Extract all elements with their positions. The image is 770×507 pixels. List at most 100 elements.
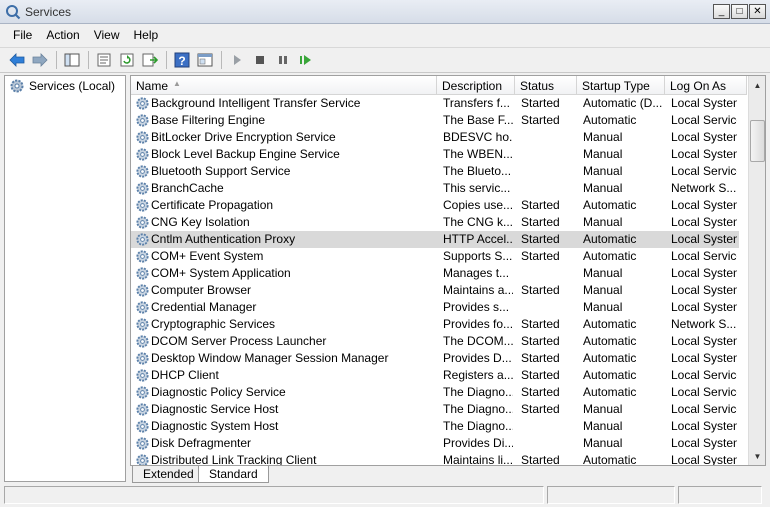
service-name-cell: Disk Defragmenter [151,436,252,450]
table-row[interactable]: Bluetooth Support Service The Blueto... Ma… [131,163,739,180]
tab-standard[interactable]: Standard [198,466,269,483]
service-log-on-as-cell: Local System [671,96,737,110]
back-arrow-icon[interactable] [6,50,27,70]
scroll-up-arrow-icon[interactable]: ▲ [750,77,765,93]
service-description-cell: Maintains a... [443,283,513,297]
service-gear-icon [135,232,150,247]
service-name-cell: Diagnostic Service Host [151,402,279,416]
vertical-scrollbar[interactable]: ▲ ▼ [748,76,765,465]
service-log-on-as-cell: Local System [671,334,737,348]
table-row[interactable]: CNG Key Isolation The CNG k... Started Manu… [131,214,739,231]
service-log-on-as-cell: Local System [671,300,737,314]
service-name-cell: Base Filtering Engine [151,113,266,127]
scrollbar-thumb[interactable] [750,120,765,162]
console-tree-pane: Services (Local) [4,75,126,482]
list-header: Name ▲ Description Status Startup Type L… [131,76,747,95]
show-tree-icon[interactable] [61,50,82,70]
maximize-button[interactable]: □ [731,4,748,19]
toolbar: ? [0,47,770,73]
service-startup-type-cell: Manual [583,215,623,229]
table-row[interactable]: Diagnostic System Host The Diagno... Manua… [131,418,739,435]
table-row[interactable]: Base Filtering Engine The Base F... Starte… [131,112,739,129]
console-tree-icon[interactable] [194,50,215,70]
service-startup-type-cell: Manual [583,181,623,195]
service-status-cell: Started [521,402,560,416]
service-log-on-as-cell: Local Service [671,385,737,399]
export-list-icon[interactable] [139,50,160,70]
service-gear-icon [135,283,150,298]
service-status-cell: Started [521,232,560,246]
table-row[interactable]: Certificate Propagation Copies use... Star… [131,197,739,214]
refresh-icon[interactable] [116,50,137,70]
service-name-cell: Certificate Propagation [151,198,274,212]
service-description-cell: The CNG k... [443,215,513,229]
table-row[interactable]: Desktop Window Manager Session Manager Pr… [131,350,739,367]
column-header-log-on-as[interactable]: Log On As [665,76,747,95]
service-log-on-as-cell: Local System [671,147,737,161]
service-description-cell: The DCOM... [443,334,513,348]
minimize-button[interactable]: _ [713,4,730,19]
menu-action[interactable]: Action [39,25,86,46]
column-header-description[interactable]: Description [437,76,515,95]
column-header-status[interactable]: Status [515,76,577,95]
service-name-cell: BranchCache [151,181,224,195]
pause-service-icon[interactable] [272,50,293,70]
title-bar: Services _ □ ✕ [0,0,770,24]
status-panel-2 [547,486,675,504]
table-row[interactable]: COM+ System Application Manages t... Manua… [131,265,739,282]
view-tabs: Extended Standard [130,466,766,484]
service-startup-type-cell: Automatic [583,368,637,382]
status-panel-3 [678,486,762,504]
forward-arrow-icon[interactable] [29,50,50,70]
help-icon[interactable]: ? [171,50,192,70]
table-row[interactable]: Cntlm Authentication Proxy HTTP Accel... S… [131,231,739,248]
toolbar-separator [221,51,222,69]
table-row[interactable]: Background Intelligent Transfer Service T… [131,95,739,112]
table-row[interactable]: BitLocker Drive Encryption Service BDESVC… [131,129,739,146]
service-log-on-as-cell: Local System [671,266,737,280]
service-startup-type-cell: Automatic (D... [583,96,663,110]
service-name-cell: Desktop Window Manager Session Manager [151,351,389,365]
table-row[interactable]: Credential Manager Provides s... Manual Loc… [131,299,739,316]
service-status-cell: Started [521,453,560,466]
service-startup-type-cell: Manual [583,130,623,144]
close-button[interactable]: ✕ [749,4,766,19]
start-service-icon[interactable] [226,50,247,70]
table-row[interactable]: Block Level Backup Engine Service The WBE… [131,146,739,163]
table-row[interactable]: Distributed Link Tracking Client Maintain… [131,452,739,466]
service-name-cell: Credential Manager [151,300,257,314]
service-gear-icon [135,164,150,179]
service-status-cell [521,180,579,197]
table-row[interactable]: BranchCache This servic... Manual Network S… [131,180,739,197]
table-row[interactable]: COM+ Event System Supports S... Started Aut… [131,248,739,265]
service-description-cell: This servic... [443,181,511,195]
service-status-cell: Started [521,317,560,331]
table-row[interactable]: Computer Browser Maintains a... Started Man… [131,282,739,299]
service-gear-icon [135,215,150,230]
service-gear-icon [135,436,150,451]
menu-file[interactable]: File [6,25,39,46]
table-row[interactable]: Cryptographic Services Provides fo... Star… [131,316,739,333]
table-row[interactable]: Disk Defragmenter Provides Di... Manual Loc… [131,435,739,452]
service-log-on-as-cell: Local Service [671,113,737,127]
tab-extended[interactable]: Extended [132,466,205,483]
scroll-down-arrow-icon[interactable]: ▼ [750,448,765,464]
table-row[interactable]: Diagnostic Policy Service The Diagno... St… [131,384,739,401]
service-log-on-as-cell: Local System [671,351,737,365]
service-status-cell [521,146,579,163]
tree-item-services-local[interactable]: Services (Local) [9,78,115,94]
table-row[interactable]: DCOM Server Process Launcher The DCOM... S… [131,333,739,350]
column-header-name[interactable]: Name ▲ [131,76,437,95]
column-header-startup-type[interactable]: Startup Type [577,76,665,95]
service-startup-type-cell: Manual [583,300,623,314]
menu-view[interactable]: View [87,25,127,46]
service-startup-type-cell: Manual [583,164,623,178]
service-startup-type-cell: Automatic [583,317,637,331]
properties-icon[interactable] [93,50,114,70]
menu-help[interactable]: Help [127,25,166,46]
service-startup-type-cell: Automatic [583,385,637,399]
table-row[interactable]: DHCP Client Registers a... Started Automati… [131,367,739,384]
stop-service-icon[interactable] [249,50,270,70]
table-row[interactable]: Diagnostic Service Host The Diagno... Star… [131,401,739,418]
restart-service-icon[interactable] [295,50,316,70]
